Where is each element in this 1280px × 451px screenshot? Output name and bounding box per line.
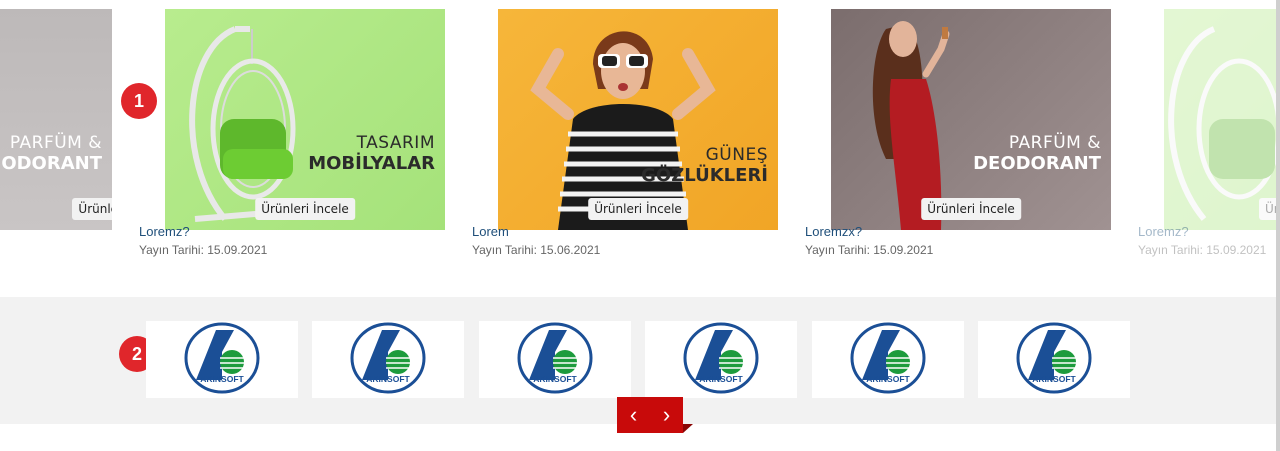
blog-card-perfume[interactable]: PARFÜM & DEODORANT Ürünleri İncele (831, 9, 1111, 230)
svg-text:AKINSOFT: AKINSOFT (200, 374, 244, 384)
card-image[interactable]: GÜNEŞ GÖZLÜKLERİ Ürünleri İncele (498, 9, 778, 230)
chevron-right-icon[interactable]: › (652, 402, 682, 428)
carousel-nav: ‹ › (617, 397, 683, 433)
blog-card-perfume-partial[interactable]: PARFÜM & DEODORANT Ürünleri İncele (0, 9, 112, 230)
card-headline: TASARIM MOBİLYALAR (308, 133, 435, 175)
woman-sunglasses-illustration (530, 31, 716, 230)
card-meta: Loremz? Yayın Tarihi: 15.09.2021 (139, 224, 267, 257)
card-date: Yayın Tarihi: 15.06.2021 (472, 243, 601, 257)
brand-logo-card[interactable]: AKINSOFT (312, 321, 464, 398)
svg-text:AKINSOFT: AKINSOFT (533, 374, 577, 384)
view-products-button[interactable]: Ürünleri İncele (255, 198, 355, 220)
card-title-link[interactable]: Loremz? (1138, 224, 1266, 239)
akinsoft-logo: AKINSOFT (850, 322, 926, 393)
headline-line-1: PARFÜM & (1008, 133, 1101, 153)
brand-logo-card[interactable]: AKINSOFT (812, 321, 964, 398)
card-title-link[interactable]: Loremzx? (805, 224, 933, 239)
blog-slider: PARFÜM & DEODORANT Ürünleri İncele TASAR… (0, 0, 1276, 297)
akinsoft-logo: AKINSOFT (517, 322, 593, 393)
card-date: Yayın Tarihi: 15.09.2021 (1138, 243, 1267, 257)
nav-ribbon-tail (683, 424, 693, 433)
akinsoft-logo: AKINSOFT (1016, 322, 1092, 393)
card-meta: Lorem Yayın Tarihi: 15.06.2021 (472, 224, 600, 257)
card-image[interactable]: PARFÜM & DEODORANT Ürünleri İncele (831, 9, 1111, 230)
view-products-button[interactable]: Ürünleri İncele (588, 198, 688, 220)
headline-line-1: PARFÜM & (9, 133, 102, 153)
card-headline: GÜNEŞ GÖZLÜKLERİ (641, 145, 768, 187)
blog-card-furniture[interactable]: TASARIM MOBİLYALAR Ürünleri İncele (165, 9, 445, 230)
svg-text:AKINSOFT: AKINSOFT (1032, 374, 1076, 384)
hanging-chair-illustration (189, 26, 316, 222)
brand-logo-card[interactable]: AKINSOFT (479, 321, 631, 398)
svg-text:AKINSOFT: AKINSOFT (366, 374, 410, 384)
card-headline: PARFÜM & DEODORANT (973, 133, 1101, 175)
card-title-link[interactable]: Lorem (472, 224, 600, 239)
blog-card-sunglasses[interactable]: GÜNEŞ GÖZLÜKLERİ Ürünleri İncele (498, 9, 778, 230)
card-meta: Loremz? Yayın Tarihi: 15.09.2021 (1138, 224, 1266, 257)
view-products-button[interactable]: Ürünleri İncele (921, 198, 1021, 220)
card-image[interactable]: PARFÜM & DEODORANT Ürünleri İncele (0, 9, 112, 230)
card-date: Yayın Tarihi: 15.09.2021 (805, 243, 934, 257)
woman-red-dress-illustration (872, 21, 950, 230)
card-headline: PARFÜM & DEODORANT (0, 133, 102, 175)
akinsoft-logo: AKINSOFT (683, 322, 759, 393)
card-date: Yayın Tarihi: 15.09.2021 (139, 243, 268, 257)
headline-line-2: DEODORANT (973, 153, 1101, 175)
brand-logo-card[interactable]: AKINSOFT (146, 321, 298, 398)
akinsoft-logo: AKINSOFT (184, 322, 260, 393)
blog-card-furniture-partial[interactable]: Ürünleri İncele (1164, 9, 1276, 230)
akinsoft-logo: AKINSOFT (350, 322, 426, 393)
scrollbar-thumb[interactable] (1276, 0, 1280, 451)
svg-text:AKINSOFT: AKINSOFT (699, 374, 743, 384)
card-title-link[interactable]: Loremz? (139, 224, 267, 239)
card-meta: Loremzx? Yayın Tarihi: 15.09.2021 (805, 224, 933, 257)
svg-text:AKINSOFT: AKINSOFT (866, 374, 910, 384)
headline-line-1: TASARIM (356, 133, 435, 153)
brand-logo-card[interactable]: AKINSOFT (645, 321, 797, 398)
card-image[interactable]: TASARIM MOBİLYALAR Ürünleri İncele (165, 9, 445, 230)
headline-line-2: GÖZLÜKLERİ (641, 165, 768, 187)
view-products-button[interactable]: Ürünleri İncele (1259, 198, 1276, 220)
card-image[interactable]: Ürünleri İncele (1164, 9, 1276, 230)
step-badge-1: 1 (121, 83, 157, 119)
hanging-chair-illustration (1168, 26, 1276, 221)
page-scrollbar[interactable] (1276, 0, 1280, 451)
chevron-left-icon[interactable]: ‹ (619, 402, 649, 428)
headline-line-1: GÜNEŞ (705, 145, 768, 165)
view-products-button[interactable]: Ürünleri İncele (72, 198, 112, 220)
headline-line-2: DEODORANT (0, 153, 102, 175)
brand-logo-card[interactable]: AKINSOFT (978, 321, 1130, 398)
headline-line-2: MOBİLYALAR (308, 153, 435, 175)
